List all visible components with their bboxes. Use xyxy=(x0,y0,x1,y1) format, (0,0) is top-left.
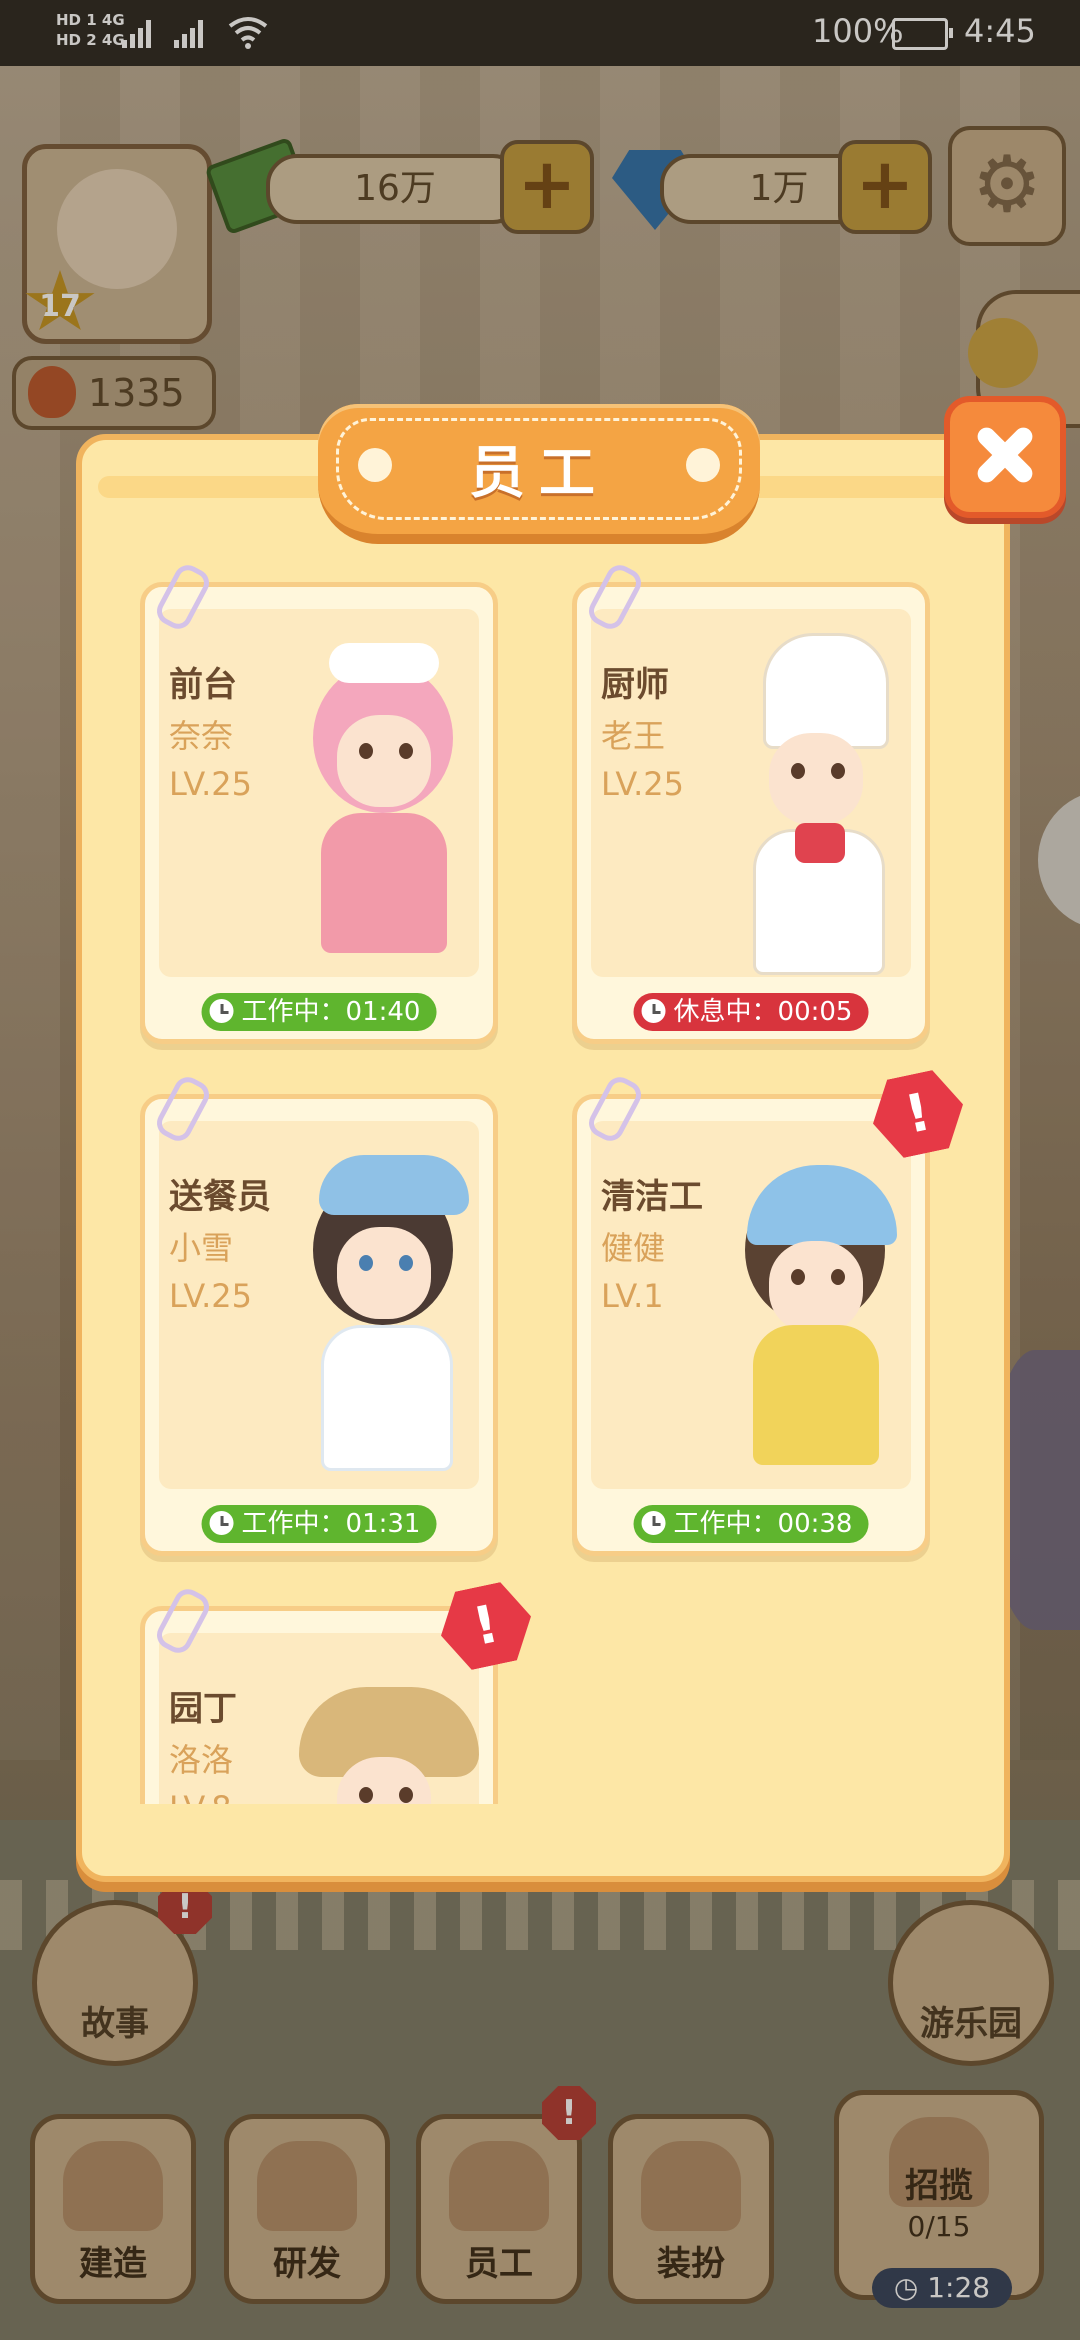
maid-headband xyxy=(329,643,439,683)
staff-card-front-desk[interactable]: 前台 奈奈 LV.25 工作中：01:40 xyxy=(140,560,498,1044)
staff-role: 厨师 xyxy=(601,665,669,705)
staff-level: LV.1 xyxy=(601,1277,664,1315)
status-badge: 休息中：00:05 xyxy=(633,993,869,1031)
blue-headscarf xyxy=(319,1155,469,1215)
staff-name: 老王 xyxy=(601,717,666,755)
staff-role: 清洁工 xyxy=(601,1177,703,1217)
clock-icon xyxy=(641,1510,666,1535)
blue-cap xyxy=(747,1165,897,1245)
modal-title: 员工 xyxy=(469,441,609,506)
status-badge: 工作中：01:31 xyxy=(201,1505,437,1543)
chef-hat xyxy=(763,633,889,749)
status-badge: 工作中：00:38 xyxy=(633,1505,869,1543)
clock-icon xyxy=(209,1510,234,1535)
staff-level: LV.8 xyxy=(169,1789,232,1804)
staff-name: 洛洛 xyxy=(169,1741,234,1779)
status-text: 休息中：00:05 xyxy=(673,997,853,1027)
close-button[interactable] xyxy=(944,396,1066,518)
waitress-character xyxy=(279,1135,479,1495)
staff-card-cleaner[interactable]: 清洁工 健健 LV.1 工作中：00:38 xyxy=(572,1072,930,1556)
maid-character xyxy=(279,623,479,983)
staff-name: 奈奈 xyxy=(169,717,234,755)
modal-title-banner: 员工 xyxy=(318,404,760,544)
clock-icon xyxy=(209,998,234,1023)
staff-card-chef[interactable]: 厨师 老王 LV.25 休息中：00:05 xyxy=(572,560,930,1044)
staff-role: 送餐员 xyxy=(169,1177,271,1217)
status-text: 工作中：00:38 xyxy=(673,1509,853,1539)
staff-card-waiter[interactable]: 送餐员 小雪 LV.25 工作中：01:31 xyxy=(140,1072,498,1556)
staff-level: LV.25 xyxy=(169,765,252,803)
status-text: 工作中：01:40 xyxy=(241,997,421,1027)
red-scarf xyxy=(795,823,845,863)
clock-icon xyxy=(641,998,666,1023)
staff-level: LV.25 xyxy=(169,1277,252,1315)
staff-role: 园丁 xyxy=(169,1689,237,1729)
staff-role: 前台 xyxy=(169,665,237,705)
chef-character xyxy=(711,623,911,983)
gardener-character xyxy=(279,1647,479,1804)
cleaner-character xyxy=(711,1135,911,1495)
status-badge: 工作中：01:40 xyxy=(201,993,437,1031)
staff-level: LV.25 xyxy=(601,765,684,803)
staff-name: 健健 xyxy=(601,1229,666,1267)
staff-card-list[interactable]: 前台 奈奈 LV.25 工作中：01:40 厨师 老王 LV.25 休息中：00… xyxy=(90,560,990,1804)
status-text: 工作中：01:31 xyxy=(241,1509,421,1539)
staff-name: 小雪 xyxy=(169,1229,234,1267)
